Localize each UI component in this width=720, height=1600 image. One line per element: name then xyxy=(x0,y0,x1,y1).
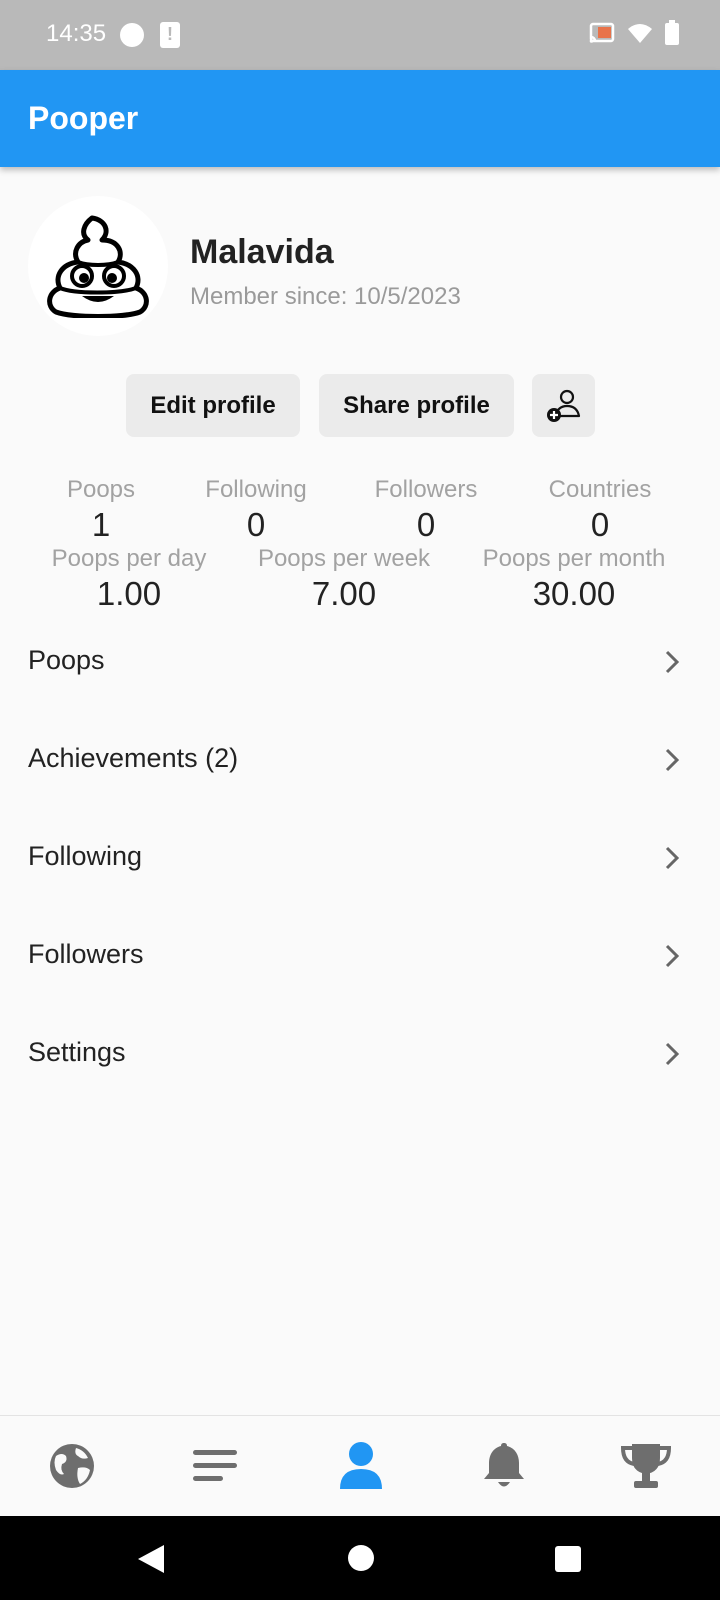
nav-globe[interactable] xyxy=(44,1438,100,1494)
chevron-right-icon xyxy=(665,748,680,772)
chevron-right-icon xyxy=(665,944,680,968)
username: Malavida xyxy=(190,233,334,271)
menu-item-label: Followers xyxy=(28,939,144,969)
share-profile-button[interactable]: Share profile xyxy=(319,374,514,437)
stat-label-countries: Countries xyxy=(548,476,652,503)
status-time: 14:35 xyxy=(46,20,107,47)
avatar[interactable] xyxy=(28,196,168,336)
nav-feed[interactable] xyxy=(187,1438,243,1494)
menu-icon xyxy=(193,1450,237,1481)
stat-value-per-week: 7.00 xyxy=(311,575,377,612)
stat-label-followers: Followers xyxy=(374,476,478,503)
chevron-right-icon xyxy=(665,846,680,870)
member-since: Member since: 10/5/2023 xyxy=(190,283,461,310)
sim-alert-icon: ! xyxy=(160,22,180,48)
notification-dot-icon xyxy=(120,23,144,47)
wifi-icon xyxy=(628,24,652,43)
menu-item-following[interactable]: Following xyxy=(0,809,720,906)
nav-notifications[interactable] xyxy=(476,1438,532,1494)
stat-label-per-day: Poops per day xyxy=(51,545,207,572)
menu-item-followers[interactable]: Followers xyxy=(0,907,720,1004)
stat-label-per-week: Poops per week xyxy=(257,545,431,572)
menu-item-poops[interactable]: Poops xyxy=(0,613,720,710)
menu-item-settings[interactable]: Settings xyxy=(0,1005,720,1102)
menu-item-label: Settings xyxy=(28,1037,126,1067)
stat-value-followers: 0 xyxy=(416,506,436,543)
stat-label-following: Following xyxy=(205,476,307,503)
system-navigation-bar xyxy=(0,1516,720,1600)
stat-label-poops: Poops xyxy=(66,476,136,503)
app-bar: Pooper xyxy=(0,70,720,167)
add-person-icon xyxy=(546,389,580,422)
home-icon[interactable] xyxy=(347,1544,375,1572)
globe-icon xyxy=(50,1444,94,1488)
app-title: Pooper xyxy=(28,100,139,136)
bottom-navigation xyxy=(0,1415,720,1517)
menu-item-achievements[interactable]: Achievements (2) xyxy=(0,711,720,808)
nav-profile[interactable] xyxy=(333,1438,389,1494)
add-friend-button[interactable] xyxy=(532,374,595,437)
bell-icon xyxy=(484,1443,524,1487)
back-icon[interactable] xyxy=(136,1543,166,1575)
status-icons xyxy=(588,20,680,46)
status-bar: 14:35 ! xyxy=(0,0,720,70)
person-icon xyxy=(340,1442,382,1489)
nav-leaderboard[interactable] xyxy=(618,1438,674,1494)
stat-label-per-month: Poops per month xyxy=(482,545,666,572)
menu-item-label: Poops xyxy=(28,645,105,675)
recents-icon[interactable] xyxy=(554,1545,582,1573)
menu-item-label: Achievements (2) xyxy=(28,743,239,773)
stat-value-countries: 0 xyxy=(590,506,610,543)
stat-value-per-month: 30.00 xyxy=(532,575,616,612)
poop-emoji-icon xyxy=(47,215,149,318)
chevron-right-icon xyxy=(665,650,680,674)
cast-icon xyxy=(589,22,615,43)
edit-profile-button[interactable]: Edit profile xyxy=(126,374,300,437)
stat-value-per-day: 1.00 xyxy=(96,575,162,612)
menu-item-label: Following xyxy=(28,841,143,871)
trophy-icon xyxy=(620,1444,672,1488)
chevron-right-icon xyxy=(665,1042,680,1066)
battery-icon xyxy=(665,20,679,45)
stat-value-following: 0 xyxy=(246,506,266,543)
stat-value-poops: 1 xyxy=(91,506,111,543)
